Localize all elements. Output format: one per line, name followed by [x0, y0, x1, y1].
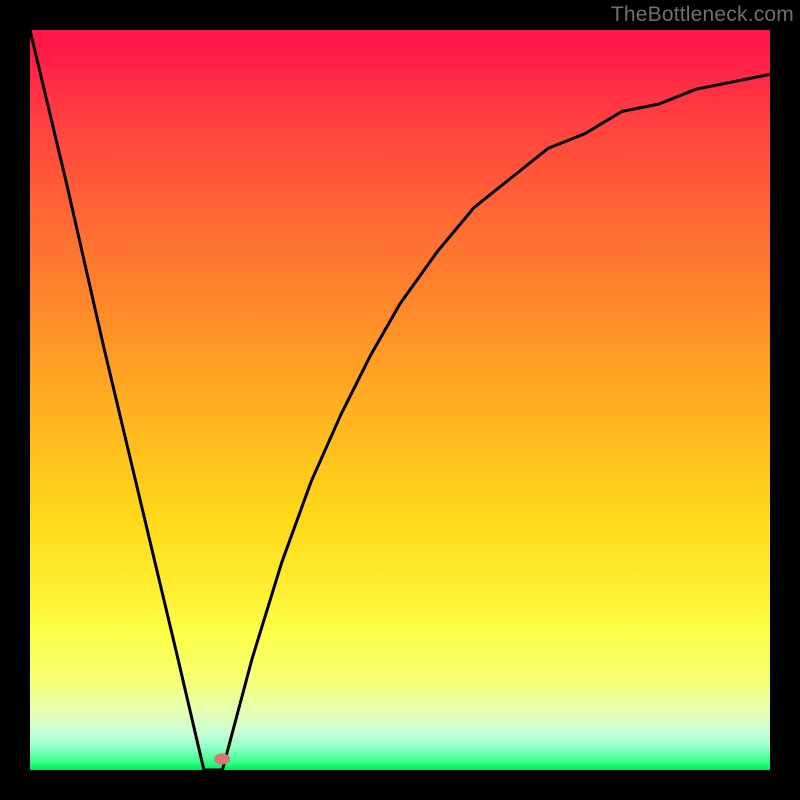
bottleneck-curve — [30, 30, 770, 770]
optimum-marker-icon — [214, 753, 230, 764]
watermark-label: TheBottleneck.com — [611, 3, 794, 27]
chart-frame: TheBottleneck.com — [0, 0, 800, 800]
plot-area — [30, 30, 770, 770]
curve-layer — [30, 30, 770, 770]
